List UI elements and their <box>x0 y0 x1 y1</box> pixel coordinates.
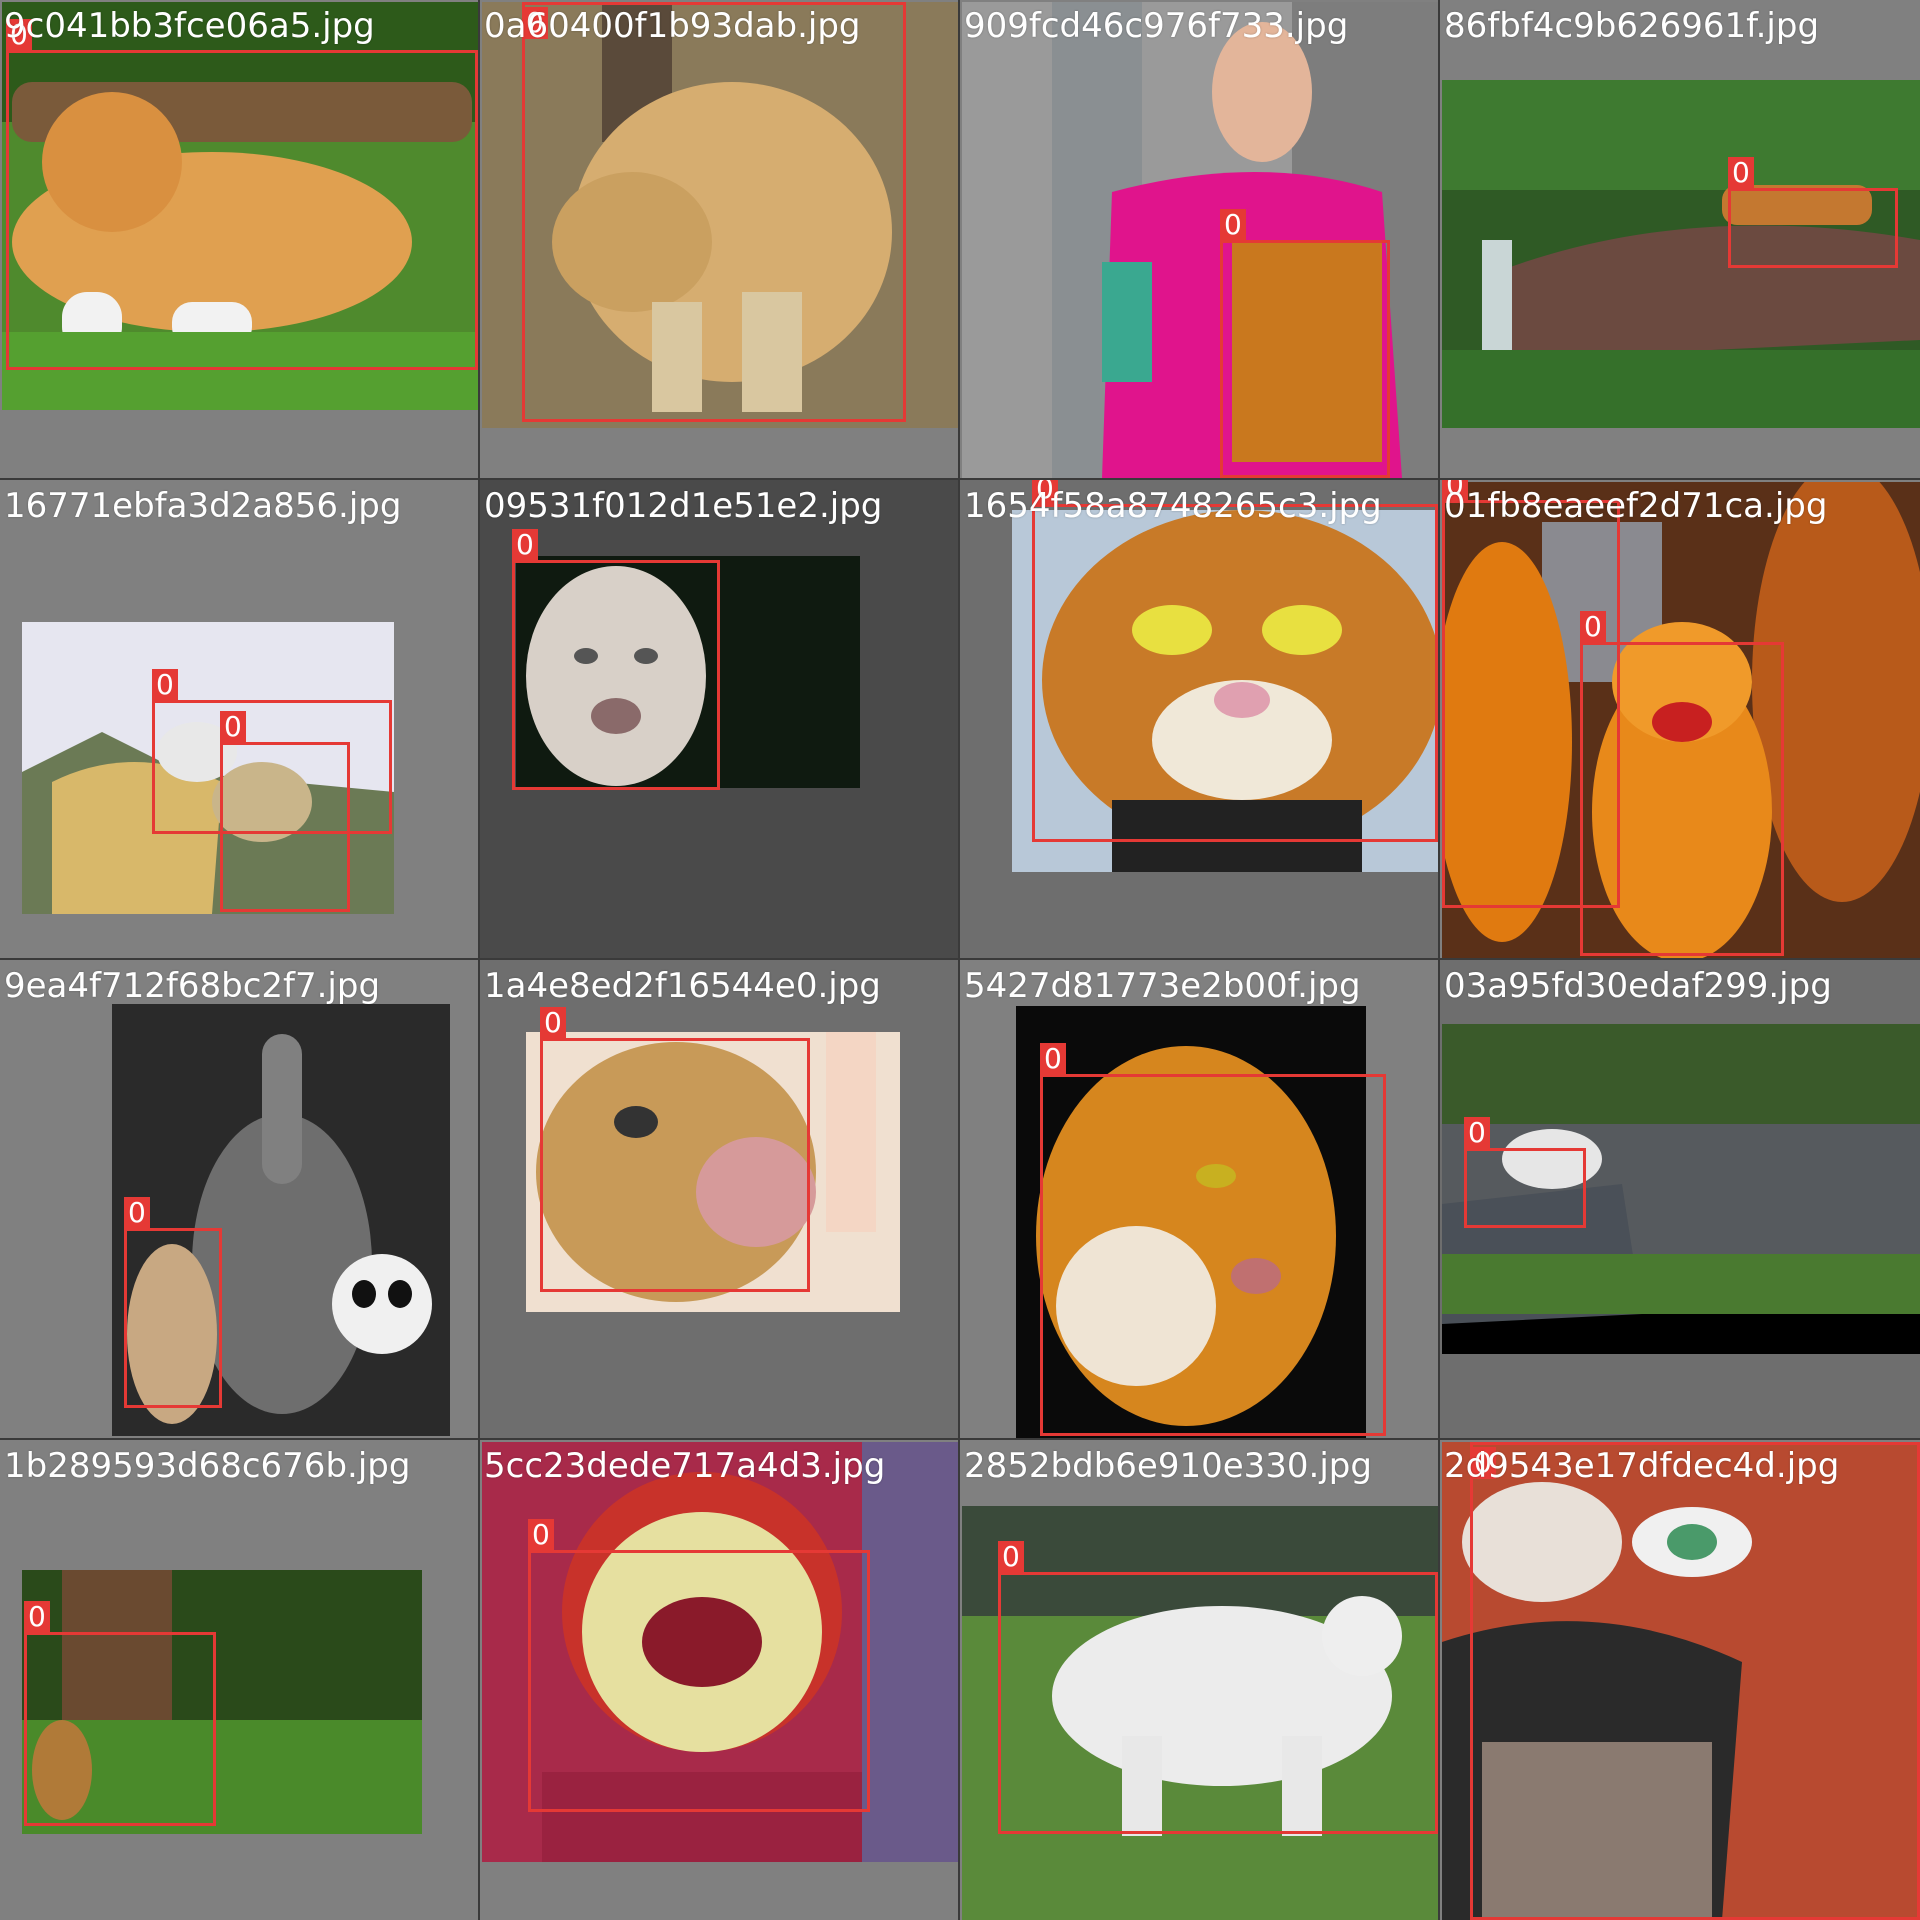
class-label: 0 <box>124 1197 150 1229</box>
image-tile[interactable]: 0 1654f58a8748265c3.jpg <box>960 480 1438 958</box>
class-label: 0 <box>512 529 538 561</box>
detection-box: 0 <box>124 1197 222 1408</box>
detection-box: 0 <box>540 1007 810 1292</box>
image-tile[interactable]: 0 0a60400f1b93dab.jpg <box>480 0 958 478</box>
detection-box: 0 <box>24 1601 216 1826</box>
detection-mosaic: 0 9c041bb3fce06a5.jpg 0 0a60400f1b93dab.… <box>0 0 1920 1920</box>
detection-box: 0 <box>6 19 478 370</box>
filename-label: 1654f58a8748265c3.jpg <box>964 486 1382 526</box>
image-tile[interactable]: 0 0 16771ebfa3d2a856.jpg <box>0 480 478 958</box>
class-label: 0 <box>152 669 178 701</box>
detection-box: 0 <box>220 711 350 912</box>
image-tile[interactable]: 0 9c041bb3fce06a5.jpg <box>0 0 478 478</box>
detection-box: 0 <box>1470 1442 1920 1920</box>
class-label: 0 <box>998 1541 1024 1573</box>
class-label: 0 <box>1580 611 1606 643</box>
filename-label: 9c041bb3fce06a5.jpg <box>4 6 375 46</box>
detection-box: 0 <box>1580 611 1784 956</box>
filename-label: 2d9543e17dfdec4d.jpg <box>1444 1446 1840 1486</box>
class-label: 0 <box>528 1519 554 1551</box>
detection-box: 0 <box>512 529 720 790</box>
filename-label: 1b289593d68c676b.jpg <box>4 1446 411 1486</box>
filename-label: 909fcd46c976f733.jpg <box>964 6 1349 46</box>
image-tile[interactable]: 0 1b289593d68c676b.jpg <box>0 1440 478 1920</box>
filename-label: 16771ebfa3d2a856.jpg <box>4 486 402 526</box>
detection-box: 0 <box>1040 1043 1386 1436</box>
filename-label: 01fb8eaeef2d71ca.jpg <box>1444 486 1828 526</box>
detection-box: 0 <box>522 2 906 422</box>
detection-box: 0 <box>998 1541 1438 1834</box>
detection-box: 0 <box>1728 157 1898 268</box>
filename-label: 03a95fd30edaf299.jpg <box>1444 966 1832 1006</box>
class-label: 0 <box>540 1007 566 1039</box>
filename-label: 86fbf4c9b626961f.jpg <box>1444 6 1820 46</box>
class-label: 0 <box>1728 157 1754 189</box>
detection-box: 0 <box>528 1519 870 1812</box>
filename-label: 5cc23dede717a4d3.jpg <box>484 1446 886 1486</box>
class-label: 0 <box>1464 1117 1490 1149</box>
detection-box: 0 <box>1032 480 1438 842</box>
image-tile[interactable]: 0 5427d81773e2b00f.jpg <box>960 960 1438 1438</box>
image-tile[interactable]: 0 9ea4f712f68bc2f7.jpg <box>0 960 478 1438</box>
image-tile[interactable]: 0 2852bdb6e910e330.jpg <box>960 1440 1438 1920</box>
image-tile[interactable]: 0 0 01fb8eaeef2d71ca.jpg <box>1440 480 1920 958</box>
image-tile[interactable]: 0 03a95fd30edaf299.jpg <box>1440 960 1920 1438</box>
class-label: 0 <box>1040 1043 1066 1075</box>
detection-box: 0 <box>1220 209 1390 478</box>
filename-label: 9ea4f712f68bc2f7.jpg <box>4 966 381 1006</box>
image-tile[interactable]: 0 09531f012d1e51e2.jpg <box>480 480 958 958</box>
class-label: 0 <box>24 1601 50 1633</box>
image-tile[interactable]: 0 1a4e8ed2f16544e0.jpg <box>480 960 958 1438</box>
filename-label: 5427d81773e2b00f.jpg <box>964 966 1361 1006</box>
filename-label: 09531f012d1e51e2.jpg <box>484 486 883 526</box>
filename-label: 1a4e8ed2f16544e0.jpg <box>484 966 881 1006</box>
class-label: 0 <box>220 711 246 743</box>
image-tile[interactable]: 0 2d9543e17dfdec4d.jpg <box>1440 1440 1920 1920</box>
filename-label: 0a60400f1b93dab.jpg <box>484 6 861 46</box>
filename-label: 2852bdb6e910e330.jpg <box>964 1446 1372 1486</box>
detection-box: 0 <box>1464 1117 1586 1228</box>
image-tile[interactable]: 0 909fcd46c976f733.jpg <box>960 0 1438 478</box>
image-tile[interactable]: 0 5cc23dede717a4d3.jpg <box>480 1440 958 1920</box>
image-tile[interactable]: 0 86fbf4c9b626961f.jpg <box>1440 0 1920 478</box>
class-label: 0 <box>1220 209 1246 241</box>
